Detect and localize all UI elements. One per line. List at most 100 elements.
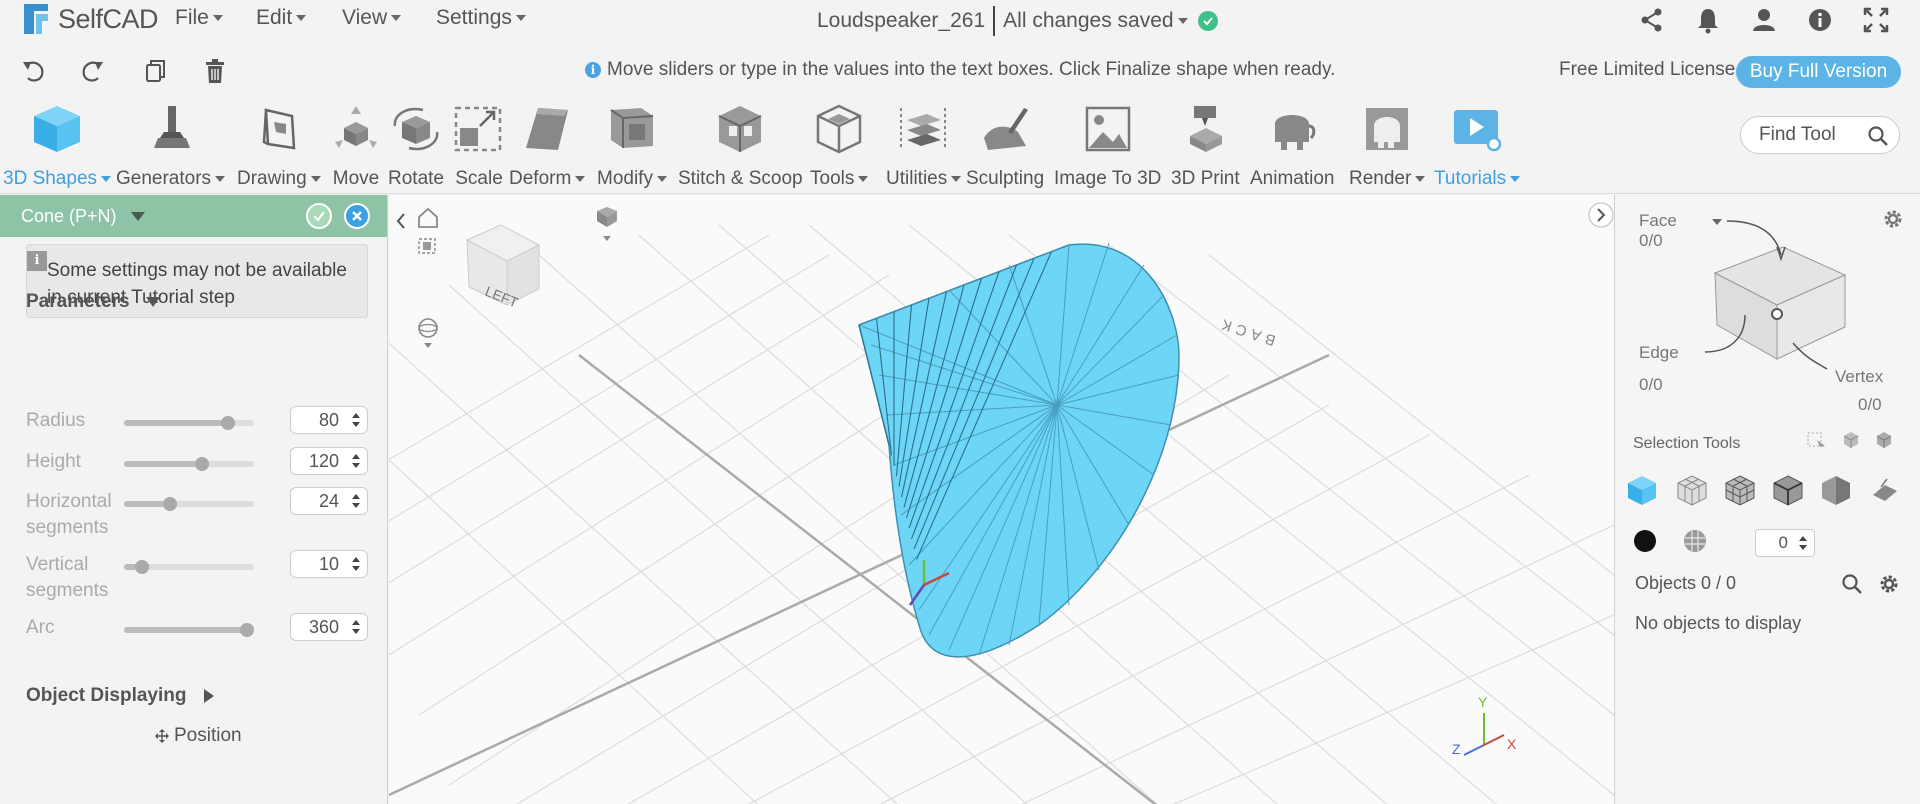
collapse-right-panel-icon[interactable] bbox=[1588, 202, 1614, 228]
tool-drawing[interactable]: Drawing bbox=[237, 102, 321, 190]
find-tool-placeholder: Find Tool bbox=[1759, 124, 1836, 145]
tool-stitch-scoop[interactable]: Stitch & Scoop bbox=[678, 102, 803, 190]
home-icon[interactable] bbox=[418, 207, 438, 228]
spinner-icon[interactable] bbox=[351, 618, 361, 636]
menu-settings[interactable]: Settings bbox=[436, 6, 526, 30]
select-object-mode-icon[interactable] bbox=[1625, 473, 1659, 507]
buy-full-version-button[interactable]: Buy Full Version bbox=[1736, 56, 1901, 88]
tool-tools[interactable]: Tools bbox=[810, 102, 869, 190]
select-plane-mode-icon[interactable] bbox=[1867, 473, 1901, 507]
tool-tutorials[interactable]: Tutorials bbox=[1434, 102, 1521, 190]
select-box-icon[interactable] bbox=[1805, 428, 1827, 450]
height-input[interactable]: 120 bbox=[290, 447, 368, 475]
tool-sculpting[interactable]: Sculpting bbox=[966, 102, 1044, 190]
vertical-segments-input[interactable]: 10 bbox=[290, 550, 368, 578]
search-icon[interactable] bbox=[1841, 573, 1863, 595]
arc-value: 360 bbox=[308, 617, 339, 637]
position-toggle[interactable]: Position bbox=[154, 725, 242, 747]
collapse-left-panel-icon[interactable] bbox=[396, 213, 405, 229]
menu-edit[interactable]: Edit bbox=[256, 6, 307, 30]
tool-3d-shapes[interactable]: 3D Shapes bbox=[3, 102, 112, 190]
horizontal-segments-input[interactable]: 24 bbox=[290, 487, 368, 515]
select-object-icon[interactable] bbox=[1873, 428, 1895, 450]
tool-label: 3D Shapes bbox=[3, 168, 112, 190]
color-black-icon[interactable] bbox=[1633, 529, 1657, 553]
tool-animation[interactable]: Animation bbox=[1250, 102, 1335, 190]
radius-slider[interactable] bbox=[124, 416, 254, 430]
arc-slider[interactable] bbox=[124, 623, 254, 637]
info-icon[interactable] bbox=[1806, 6, 1834, 34]
param-label-height: Height bbox=[26, 451, 81, 472]
tool-3d-print[interactable]: 3D Print bbox=[1171, 102, 1240, 190]
chevron-down-icon[interactable] bbox=[1177, 18, 1188, 24]
spinner-icon[interactable] bbox=[351, 555, 361, 573]
slider-handle[interactable] bbox=[221, 416, 235, 430]
parameters-section[interactable]: Parameters bbox=[26, 291, 160, 313]
tool-render[interactable]: Render bbox=[1349, 102, 1426, 190]
view-cube[interactable]: LEFT bbox=[465, 224, 541, 311]
app-logo[interactable]: SelfCAD bbox=[20, 2, 159, 36]
frame-object-icon[interactable] bbox=[418, 238, 436, 254]
menu-file[interactable]: File bbox=[175, 6, 223, 30]
layer-stepper[interactable]: 0 bbox=[1755, 529, 1815, 557]
undo-icon[interactable] bbox=[18, 56, 48, 86]
select-cubes-icon[interactable] bbox=[1840, 428, 1862, 450]
user-icon[interactable] bbox=[1750, 6, 1778, 34]
select-edge-mode-icon[interactable] bbox=[1771, 473, 1805, 507]
slider-handle[interactable] bbox=[195, 457, 209, 471]
select-solid-mode-icon[interactable] bbox=[1819, 473, 1853, 507]
3d-viewport[interactable]: LEFT BACK Y X Z bbox=[389, 195, 1614, 804]
document-name[interactable]: Loudspeaker_261 bbox=[817, 9, 985, 33]
vertical-segments-slider[interactable] bbox=[124, 560, 254, 574]
tool-move[interactable]: Move bbox=[329, 102, 383, 190]
info-icon: i bbox=[27, 251, 47, 271]
height-slider[interactable] bbox=[124, 457, 254, 471]
scene-canvas[interactable]: LEFT BACK Y X Z bbox=[389, 195, 1614, 804]
chevron-down-icon[interactable] bbox=[130, 211, 145, 221]
axis-y-label: Y bbox=[1478, 694, 1488, 710]
menu-view-label: View bbox=[342, 6, 388, 29]
cancel-button[interactable] bbox=[344, 203, 370, 229]
rotate-icon bbox=[393, 107, 439, 151]
gear-icon[interactable] bbox=[1877, 572, 1901, 596]
find-tool-search[interactable]: Find Tool bbox=[1740, 116, 1900, 154]
tool-rotate[interactable]: Rotate bbox=[388, 102, 444, 190]
tool-generators[interactable]: Generators bbox=[116, 102, 226, 190]
back-label: BACK bbox=[1215, 314, 1278, 349]
cube-icon bbox=[34, 106, 80, 152]
horizontal-segments-value: 24 bbox=[318, 491, 339, 511]
object-displaying-section[interactable]: Object Displaying bbox=[26, 685, 215, 707]
tool-image-to-3d[interactable]: Image To 3D bbox=[1054, 102, 1161, 190]
radius-input[interactable]: 80 bbox=[290, 406, 368, 434]
license-text: Free Limited License bbox=[1559, 59, 1736, 80]
save-status[interactable]: All changes saved bbox=[1003, 9, 1173, 33]
tool-utilities[interactable]: Utilities bbox=[886, 102, 962, 190]
perspective-icon[interactable] bbox=[597, 207, 617, 241]
copy-icon[interactable] bbox=[140, 56, 170, 86]
finalize-button[interactable] bbox=[306, 203, 332, 229]
horizontal-segments-slider[interactable] bbox=[124, 497, 254, 511]
bell-icon[interactable] bbox=[1694, 6, 1722, 34]
redo-icon[interactable] bbox=[78, 56, 108, 86]
delete-icon[interactable] bbox=[200, 56, 230, 86]
tool-scale[interactable]: Scale bbox=[452, 102, 506, 190]
arc-input[interactable]: 360 bbox=[290, 613, 368, 641]
tool-modify[interactable]: Modify bbox=[597, 102, 667, 190]
orbit-icon[interactable] bbox=[418, 318, 438, 348]
spinner-icon[interactable] bbox=[351, 492, 361, 510]
slider-handle[interactable] bbox=[163, 497, 177, 511]
tool-label: Rotate bbox=[388, 168, 444, 189]
spinner-icon[interactable] bbox=[351, 452, 361, 470]
spinner-icon[interactable] bbox=[1798, 534, 1808, 552]
select-face-mode-icon[interactable] bbox=[1675, 473, 1709, 507]
menu-view[interactable]: View bbox=[342, 6, 402, 30]
select-polygon-mode-icon[interactable] bbox=[1723, 473, 1757, 507]
slider-handle[interactable] bbox=[240, 623, 254, 637]
share-icon[interactable] bbox=[1638, 6, 1666, 34]
spinner-icon[interactable] bbox=[351, 411, 361, 429]
material-texture-icon[interactable] bbox=[1683, 529, 1707, 553]
slider-handle[interactable] bbox=[135, 560, 149, 574]
tool-deform[interactable]: Deform bbox=[509, 102, 586, 190]
search-icon[interactable] bbox=[1867, 125, 1889, 147]
fullscreen-icon[interactable] bbox=[1862, 6, 1890, 34]
